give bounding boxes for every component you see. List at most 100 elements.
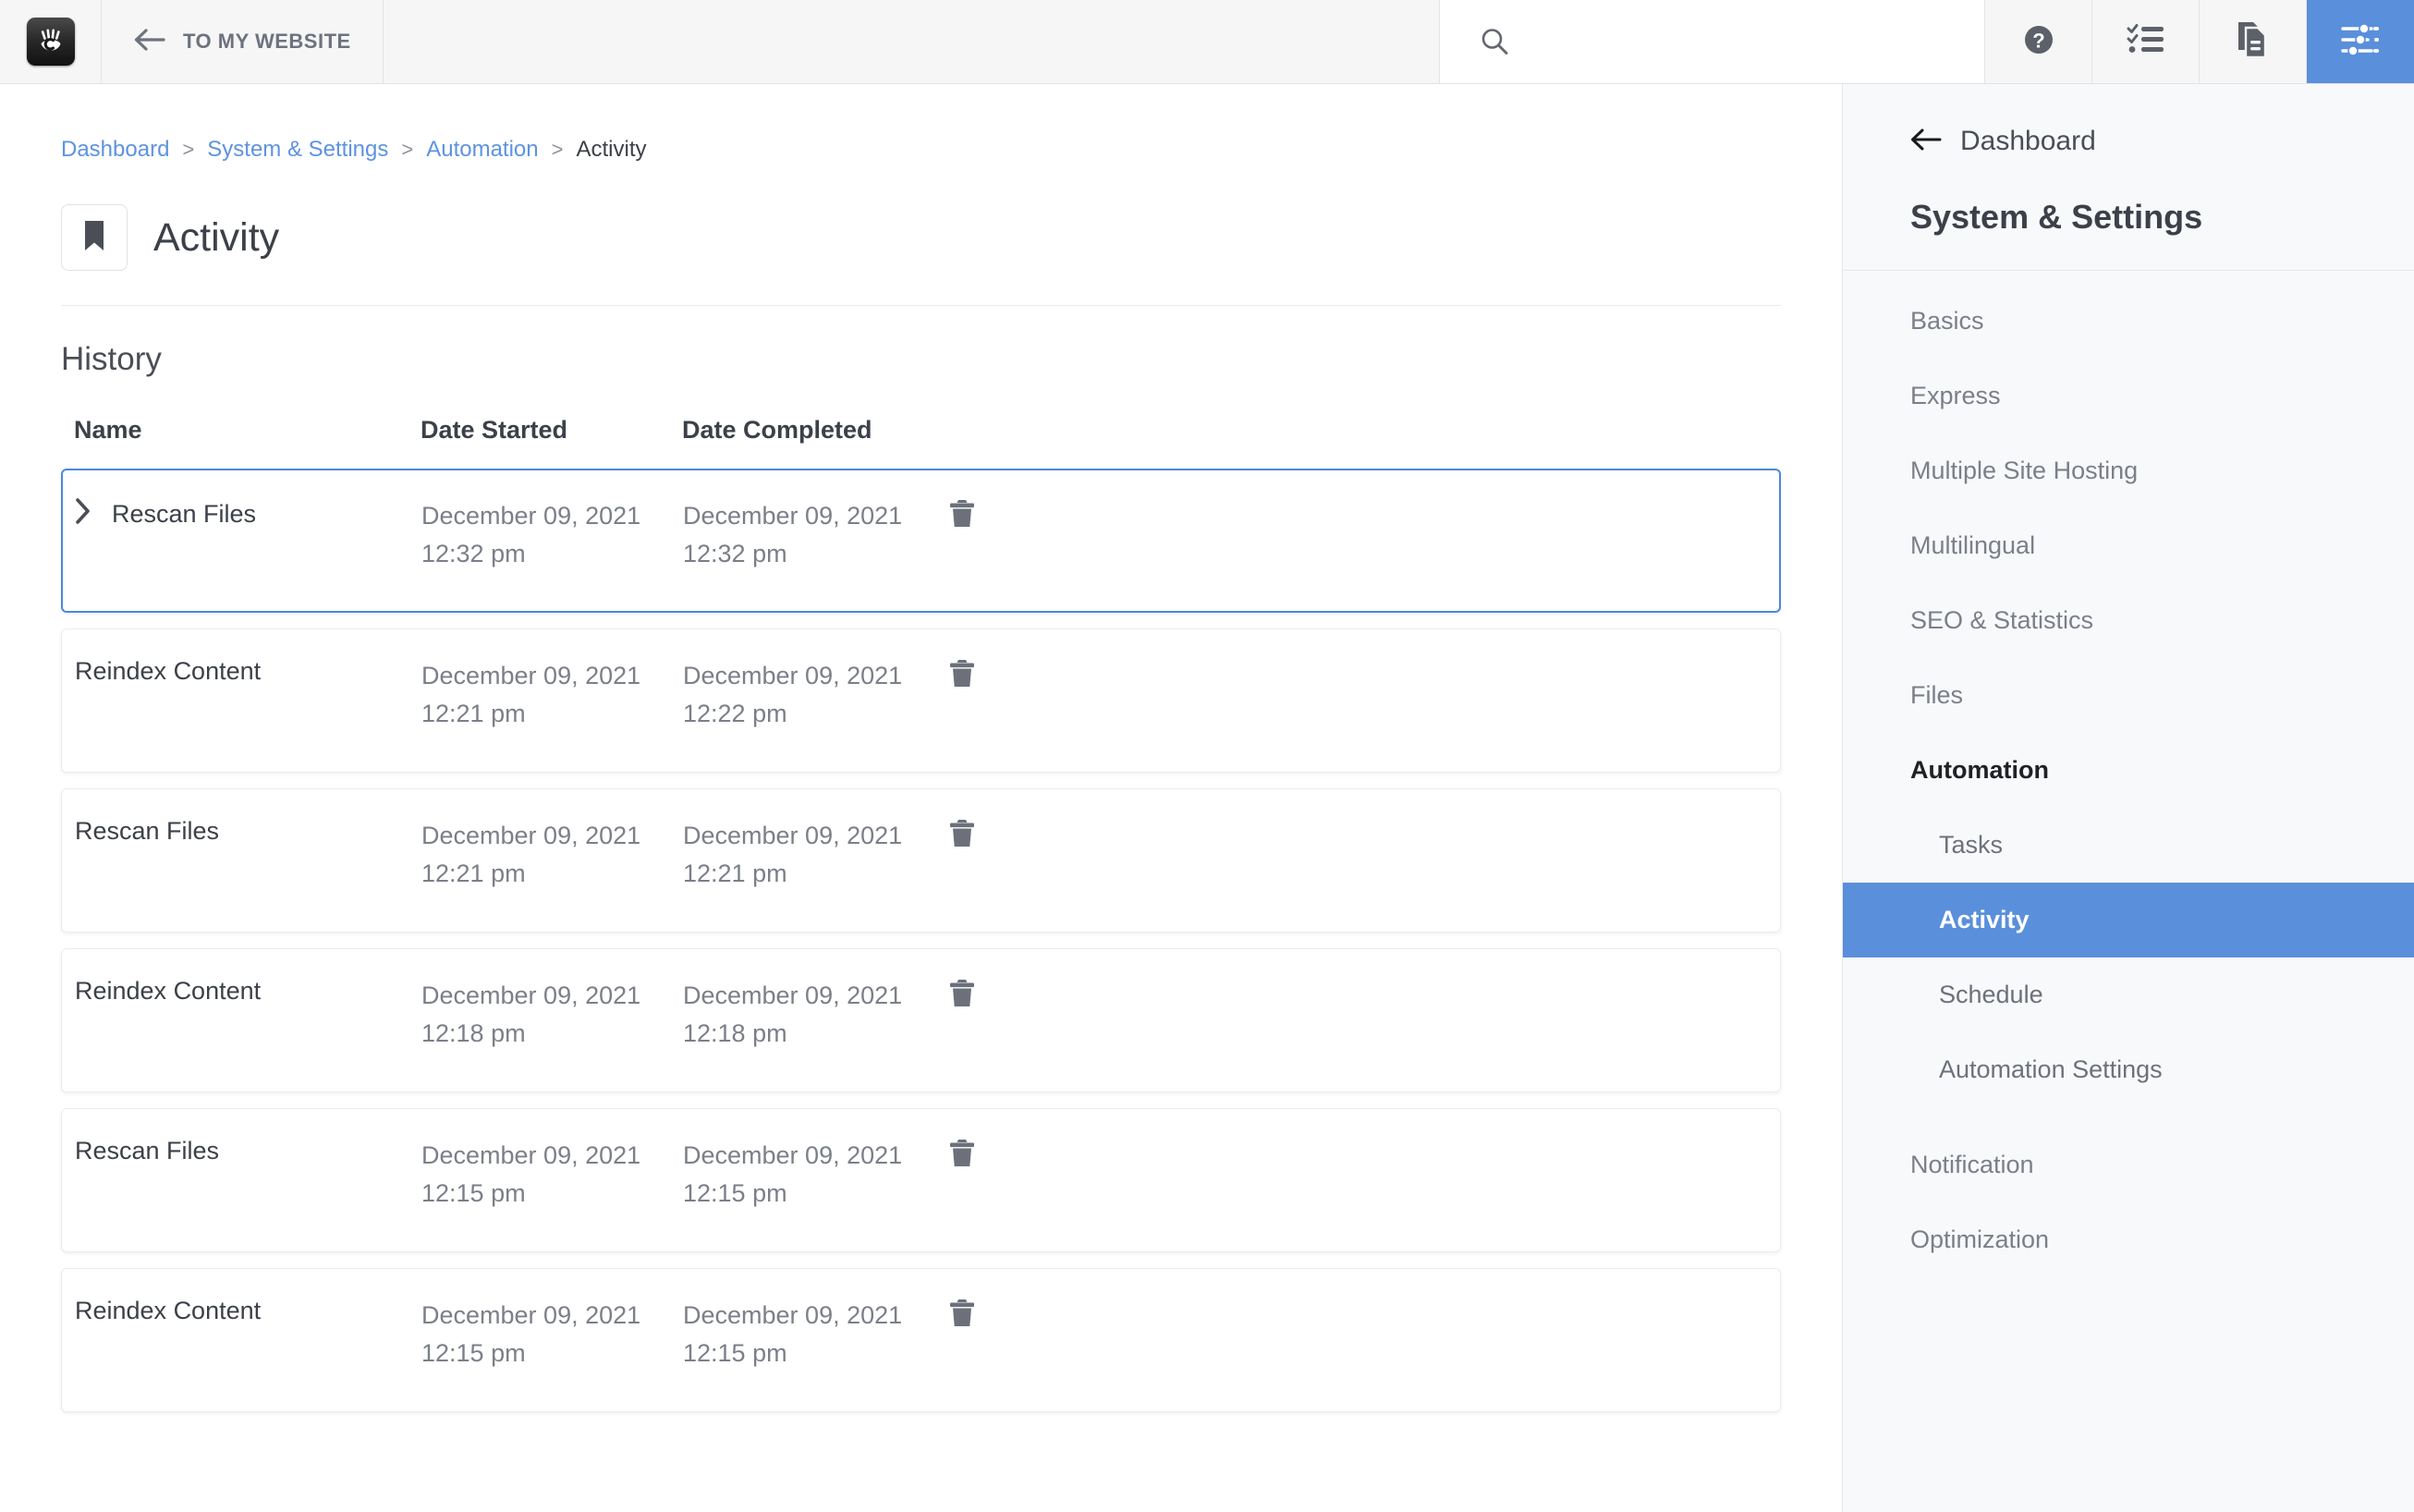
sidebar-subitem-schedule[interactable]: Schedule	[1843, 957, 2414, 1032]
breadcrumb-separator: >	[401, 138, 414, 161]
search-input[interactable]	[1534, 29, 1978, 55]
sidebar-item-automation[interactable]: Automation	[1843, 733, 2414, 808]
table-row[interactable]: Rescan Files December 09, 2021 12:21 pm De…	[61, 788, 1781, 933]
help-button[interactable]: ?	[1985, 0, 2092, 83]
sidebar-subitem-automation-settings[interactable]: Automation Settings	[1843, 1032, 2414, 1107]
delete-row-button[interactable]	[946, 977, 978, 1015]
table-header-row: Name Date Started Date Completed	[61, 416, 1781, 469]
concrete-hand-logo-icon[interactable]	[26, 18, 75, 66]
dashboard-page: TO MY WEBSITE ? Dashboard > System & Set…	[0, 0, 2414, 1512]
column-header-date-started: Date Started	[421, 416, 568, 444]
row-name-cell: Rescan Files	[75, 1137, 421, 1165]
table-row[interactable]: Reindex Content December 09, 2021 12:15 p…	[61, 1268, 1781, 1413]
checklist-button[interactable]	[2092, 0, 2200, 83]
row-date-completed: December 09, 2021 12:15 pm	[683, 1141, 903, 1208]
sidebar-item-notification[interactable]: Notification	[1843, 1128, 2414, 1202]
row-actions	[945, 817, 1767, 855]
table-row[interactable]: Rescan Files December 09, 2021 12:15 pm De…	[61, 1108, 1781, 1253]
sidebar-item-multilingual[interactable]: Multilingual	[1843, 508, 2414, 583]
row-name-label: Reindex Content	[75, 1297, 262, 1325]
chevron-right-icon[interactable]	[75, 497, 91, 530]
to-my-website-button[interactable]: TO MY WEBSITE	[102, 0, 384, 83]
top-toolbar: TO MY WEBSITE ?	[0, 0, 2414, 84]
sidebar-item-optimization[interactable]: Optimization	[1843, 1202, 2414, 1277]
bookmark-button[interactable]	[61, 204, 128, 271]
row-name-label: Rescan Files	[75, 817, 220, 846]
breadcrumb-item-automation[interactable]: Automation	[426, 137, 538, 163]
row-name-label: Reindex Content	[75, 977, 262, 1006]
trash-icon	[946, 500, 978, 535]
table-row[interactable]: Reindex Content December 09, 2021 12:18 p…	[61, 948, 1781, 1093]
column-header-name: Name	[74, 416, 142, 444]
trash-icon	[946, 660, 978, 695]
sidebar-subitem-tasks[interactable]: Tasks	[1843, 808, 2414, 883]
row-date-completed: December 09, 2021 12:21 pm	[683, 822, 903, 888]
sidebar-item-express[interactable]: Express	[1843, 359, 2414, 433]
delete-row-button[interactable]	[946, 817, 978, 855]
sidebar-divider	[1843, 1107, 2414, 1128]
arrow-left-icon	[1910, 128, 1944, 156]
settings-sidebar: Dashboard System & Settings Basics Expres…	[1842, 84, 2414, 1512]
search-area[interactable]	[1439, 0, 1985, 83]
delete-row-button[interactable]	[946, 1297, 978, 1335]
breadcrumb: Dashboard > System & Settings > Automati…	[61, 84, 1781, 163]
breadcrumb-separator: >	[182, 138, 195, 161]
sidebar-item-multiple-site-hosting[interactable]: Multiple Site Hosting	[1843, 433, 2414, 508]
sidebar-back-dashboard[interactable]: Dashboard	[1843, 84, 2414, 157]
sidebar-nav: Basics Express Multiple Site Hosting Multil…	[1843, 271, 2414, 1277]
trash-icon	[946, 980, 978, 1015]
row-name-label: Rescan Files	[75, 1137, 220, 1165]
sidebar-subitem-activity[interactable]: Activity	[1843, 883, 2414, 957]
column-header-date-completed: Date Completed	[682, 416, 872, 444]
row-date-completed: December 09, 2021 12:32 pm	[683, 502, 903, 568]
row-actions	[945, 1137, 1767, 1175]
row-actions	[945, 497, 1767, 535]
table-row[interactable]: Rescan Files December 09, 2021 12:32 pm De…	[61, 469, 1781, 614]
row-date-started: December 09, 2021 12:21 pm	[421, 662, 641, 728]
to-my-website-label: TO MY WEBSITE	[183, 30, 351, 53]
breadcrumb-separator: >	[551, 138, 564, 161]
row-name-cell: Rescan Files	[75, 497, 421, 530]
row-name-cell: Reindex Content	[75, 977, 421, 1006]
arrow-left-icon	[133, 28, 166, 56]
row-date-completed: December 09, 2021 12:22 pm	[683, 662, 903, 728]
breadcrumb-item-dashboard[interactable]: Dashboard	[61, 137, 169, 163]
delete-row-button[interactable]	[946, 1137, 978, 1175]
sliders-icon	[2340, 21, 2381, 63]
row-date-started: December 09, 2021 12:18 pm	[421, 982, 641, 1048]
row-actions	[945, 977, 1767, 1015]
main-content: Dashboard > System & Settings > Automati…	[0, 84, 1842, 1512]
row-name-cell: Rescan Files	[75, 817, 421, 846]
row-name-cell: Reindex Content	[75, 657, 421, 686]
section-title-history: History	[61, 341, 162, 377]
svg-text:?: ?	[2032, 29, 2044, 52]
row-date-started: December 09, 2021 12:15 pm	[421, 1141, 641, 1208]
table-body: Rescan Files December 09, 2021 12:32 pm De…	[61, 469, 1781, 1413]
history-table: Name Date Started Date Completed Rescan …	[61, 416, 1781, 1413]
row-actions	[945, 1297, 1767, 1335]
sidebar-heading: System & Settings	[1843, 157, 2414, 271]
row-date-started: December 09, 2021 12:15 pm	[421, 1301, 641, 1368]
row-date-started: December 09, 2021 12:21 pm	[421, 822, 641, 888]
table-row[interactable]: Reindex Content December 09, 2021 12:21 p…	[61, 628, 1781, 774]
breadcrumb-item-system-settings[interactable]: System & Settings	[207, 137, 388, 163]
sidebar-item-basics[interactable]: Basics	[1843, 284, 2414, 359]
settings-sliders-button[interactable]	[2307, 0, 2414, 83]
row-name-label: Reindex Content	[75, 657, 262, 686]
trash-icon	[946, 1140, 978, 1175]
search-icon	[1479, 26, 1510, 57]
breadcrumb-item-activity: Activity	[576, 137, 647, 162]
row-date-completed: December 09, 2021 12:18 pm	[683, 982, 903, 1048]
pages-button[interactable]	[2200, 0, 2307, 83]
checklist-icon	[2127, 22, 2165, 62]
logo-cell[interactable]	[0, 0, 102, 83]
bookmark-icon	[80, 219, 108, 257]
sidebar-item-files[interactable]: Files	[1843, 658, 2414, 733]
help-icon: ?	[2019, 20, 2058, 64]
delete-row-button[interactable]	[946, 497, 978, 535]
row-name-label: Rescan Files	[112, 499, 257, 528]
delete-row-button[interactable]	[946, 657, 978, 695]
page-header: Activity	[61, 204, 1781, 306]
sidebar-item-seo-statistics[interactable]: SEO & Statistics	[1843, 583, 2414, 658]
